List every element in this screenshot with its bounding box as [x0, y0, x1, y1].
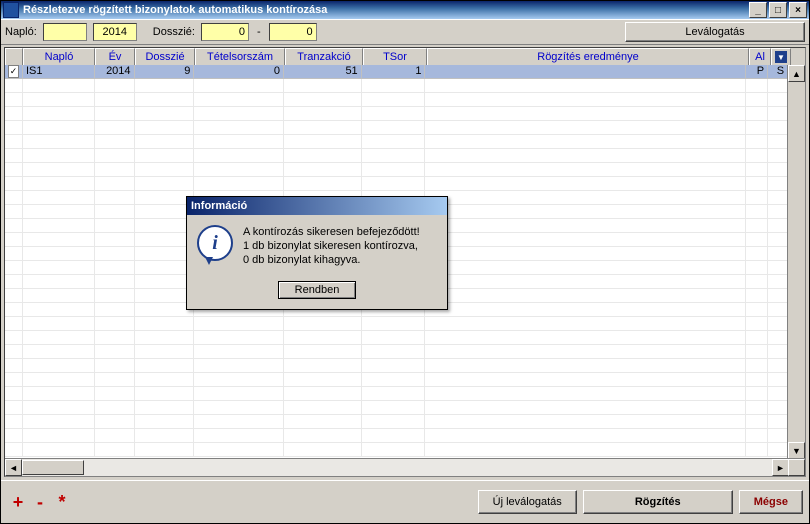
megse-button[interactable]: Mégse: [739, 490, 803, 514]
row-tetel: 0: [194, 65, 284, 79]
table-row-empty: [5, 331, 788, 345]
table-row[interactable]: ✓ IS1 2014 9 0 51 1 P S: [5, 65, 788, 79]
add-row-button[interactable]: +: [7, 491, 29, 513]
uj-levalogatas-button[interactable]: Új leválogatás: [478, 490, 577, 514]
row-naplo: IS1: [23, 65, 95, 79]
params-bar: Napló: Dosszié: - Leválogatás: [1, 19, 809, 45]
hscroll-track[interactable]: [22, 459, 772, 476]
dropdown-icon: ▼: [775, 51, 787, 63]
table-row-empty: [5, 163, 788, 177]
col-al[interactable]: Al: [749, 48, 771, 65]
table-row-empty: [5, 317, 788, 331]
hscroll-thumb[interactable]: [22, 460, 84, 475]
row-dosszier: 9: [135, 65, 195, 79]
titlebar: Részletezve rögzített bizonylatok automa…: [1, 1, 809, 19]
dialog-ok-button[interactable]: Rendben: [278, 281, 357, 299]
horizontal-scrollbar[interactable]: ◄ ►: [5, 458, 805, 476]
dialog-line2: 1 db bizonylat sikeresen kontírozva,: [243, 239, 420, 253]
table-row-empty: [5, 135, 788, 149]
row-last: S: [768, 65, 788, 79]
col-check[interactable]: [5, 48, 23, 65]
dialog-line3: 0 db bizonylat kihagyva.: [243, 253, 420, 267]
ev-input[interactable]: [93, 23, 137, 41]
table-row-empty: [5, 107, 788, 121]
remove-row-button[interactable]: -: [29, 491, 51, 513]
checkbox-icon: ✓: [8, 65, 19, 78]
naplo-input[interactable]: [43, 23, 87, 41]
rogzites-button[interactable]: Rögzítés: [583, 490, 733, 514]
window-title: Részletezve rögzített bizonylatok automa…: [23, 4, 749, 16]
table-row-empty: [5, 443, 788, 457]
col-dropdown[interactable]: ▼: [771, 48, 791, 65]
app-icon: [3, 2, 19, 18]
star-button[interactable]: *: [51, 491, 73, 513]
dosszier-from-input[interactable]: [201, 23, 249, 41]
maximize-button[interactable]: □: [769, 2, 787, 18]
scroll-right-icon[interactable]: ►: [772, 459, 789, 476]
col-tsor[interactable]: TSor: [363, 48, 427, 65]
info-dialog: Információ i A kontírozás sikeresen befe…: [186, 196, 448, 310]
scroll-down-icon[interactable]: ▼: [788, 442, 805, 459]
naplo-label: Napló:: [5, 26, 37, 38]
table-row-empty: [5, 373, 788, 387]
row-check[interactable]: ✓: [5, 65, 23, 79]
scroll-up-icon[interactable]: ▲: [788, 65, 805, 82]
bottom-bar: + - * Új leválogatás Rögzítés Mégse: [1, 480, 809, 523]
scroll-left-icon[interactable]: ◄: [5, 459, 22, 476]
dosszier-to-input[interactable]: [269, 23, 317, 41]
table-row-empty: [5, 79, 788, 93]
table-row-empty: [5, 401, 788, 415]
table-row-empty: [5, 387, 788, 401]
row-eredmeny: [425, 65, 746, 79]
col-tetelsorszam[interactable]: Tételsorszám: [195, 48, 285, 65]
vertical-scrollbar[interactable]: ▲ ▼: [787, 65, 805, 459]
dialog-text: A kontírozás sikeresen befejeződött! 1 d…: [243, 225, 420, 267]
dosszier-label: Dosszié:: [153, 26, 195, 38]
row-ev: 2014: [95, 65, 135, 79]
col-naplo[interactable]: Napló: [23, 48, 95, 65]
levalogatas-button[interactable]: Leválogatás: [625, 22, 805, 42]
close-button[interactable]: ×: [789, 2, 807, 18]
table-row-empty: [5, 149, 788, 163]
table-row-empty: [5, 121, 788, 135]
dosszier-sep: -: [257, 26, 261, 38]
col-eredmeny[interactable]: Rögzítés eredménye: [427, 48, 749, 65]
table-row-empty: [5, 359, 788, 373]
hscroll-corner: [788, 459, 805, 476]
col-dosszier[interactable]: Dosszié: [135, 48, 195, 65]
table-row-empty: [5, 93, 788, 107]
col-tranzakcio[interactable]: Tranzakció: [285, 48, 363, 65]
table-row-empty: [5, 177, 788, 191]
grid-header-row: Napló Év Dosszié Tételsorszám Tranzakció…: [5, 48, 805, 66]
info-icon: i: [197, 225, 233, 261]
table-row-empty: [5, 345, 788, 359]
dialog-title: Információ: [187, 197, 447, 215]
row-al: P: [746, 65, 768, 79]
col-ev[interactable]: Év: [95, 48, 135, 65]
minimize-button[interactable]: _: [749, 2, 767, 18]
table-row-empty: [5, 429, 788, 443]
row-tsor: 1: [362, 65, 426, 79]
row-tranz: 51: [284, 65, 362, 79]
table-row-empty: [5, 415, 788, 429]
dialog-line1: A kontírozás sikeresen befejeződött!: [243, 225, 420, 239]
main-window: Részletezve rögzített bizonylatok automa…: [0, 0, 810, 524]
